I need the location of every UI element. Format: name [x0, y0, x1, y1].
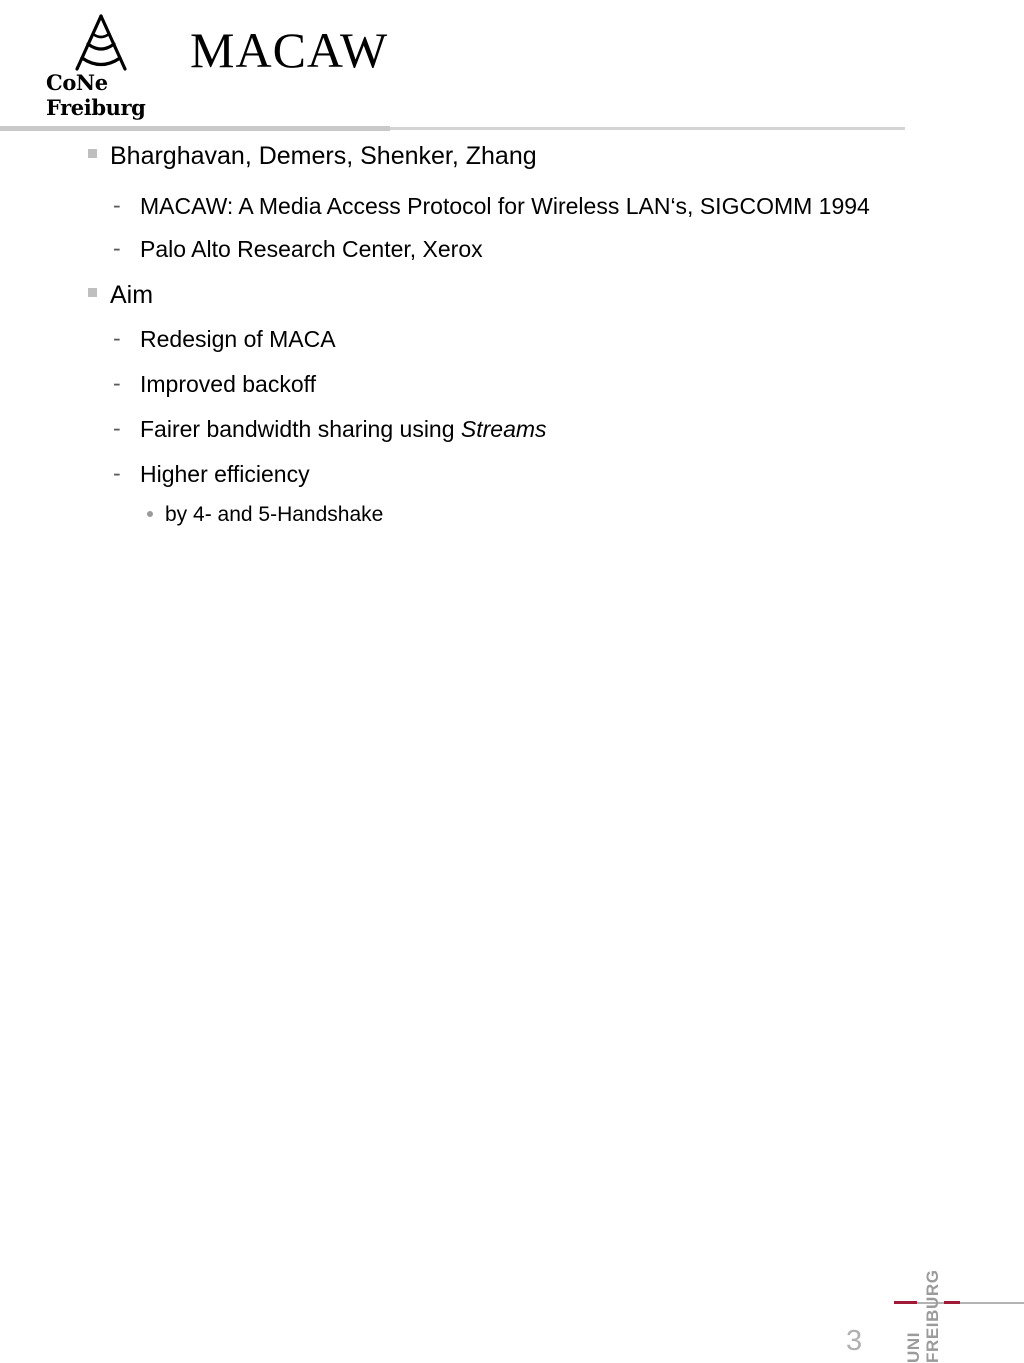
list-item-label: Improved backoff: [140, 371, 317, 397]
dash-bullet-icon: -: [113, 325, 121, 351]
slide-header: CoNe Freiburg MACAW: [0, 0, 1024, 131]
cone-freiburg-wordmark: CoNe Freiburg: [46, 70, 164, 120]
list-item: - Higher efficiency: [113, 459, 1024, 490]
antenna-tower-icon: [75, 14, 127, 71]
list-item: - Improved backoff: [113, 369, 1024, 400]
page-number: 3: [846, 1325, 863, 1357]
page-title: MACAW: [190, 22, 389, 78]
list-item: by 4- and 5-Handshake: [145, 500, 1024, 529]
list-item: - Fairer bandwidth sharing using Streams: [113, 414, 1024, 445]
list-item-label: Palo Alto Research Center, Xerox: [140, 236, 483, 262]
list-item-label: Aim: [110, 281, 154, 309]
dot-bullet-icon: [147, 511, 153, 517]
list-item-label: Higher efficiency: [140, 461, 310, 487]
square-bullet-icon: [88, 288, 97, 297]
slide-content: Bharghavan, Demers, Shenker, Zhang - MAC…: [0, 140, 1024, 610]
slide-footer: UNI FREIBURG 3: [0, 608, 1024, 1363]
list-item-label: Bharghavan, Demers, Shenker, Zhang: [110, 142, 537, 170]
list-item-label: Fairer bandwidth sharing using Streams: [140, 416, 547, 442]
list-item: Aim: [88, 279, 1024, 312]
uni-logo-line-freiburg: FREIBURG: [923, 1269, 942, 1363]
list-item: - Redesign of MACA: [113, 324, 1024, 355]
uni-logo-line-uni: UNI: [904, 1331, 923, 1363]
header-divider-right: [390, 127, 905, 130]
square-bullet-icon: [88, 149, 97, 158]
list-item: Bharghavan, Demers, Shenker, Zhang: [88, 140, 1024, 173]
list-item: - MACAW: A Media Access Protocol for Wir…: [113, 191, 1024, 222]
list-item-label: MACAW: A Media Access Protocol for Wirel…: [140, 193, 870, 219]
dash-bullet-icon: -: [113, 192, 121, 218]
dash-bullet-icon: -: [113, 235, 121, 261]
list-item-text-emphasis: Streams: [460, 416, 547, 442]
list-item: - Palo Alto Research Center, Xerox: [113, 234, 1024, 265]
list-item-label: Redesign of MACA: [140, 326, 336, 352]
list-item-label: by 4- and 5-Handshake: [165, 503, 384, 526]
list-item-text-plain: Fairer bandwidth sharing using: [140, 416, 461, 442]
footer-accent-bar-right: [944, 1301, 960, 1304]
cone-wordmark-line1: CoNe Freiburg: [46, 70, 146, 120]
uni-freiburg-logo: UNI FREIBURG: [904, 1245, 945, 1363]
dash-bullet-icon: -: [113, 415, 121, 441]
header-divider-left: [0, 126, 390, 131]
cone-freiburg-logo: CoNe Freiburg: [46, 14, 164, 120]
dash-bullet-icon: -: [113, 370, 121, 396]
dash-bullet-icon: -: [113, 460, 121, 486]
